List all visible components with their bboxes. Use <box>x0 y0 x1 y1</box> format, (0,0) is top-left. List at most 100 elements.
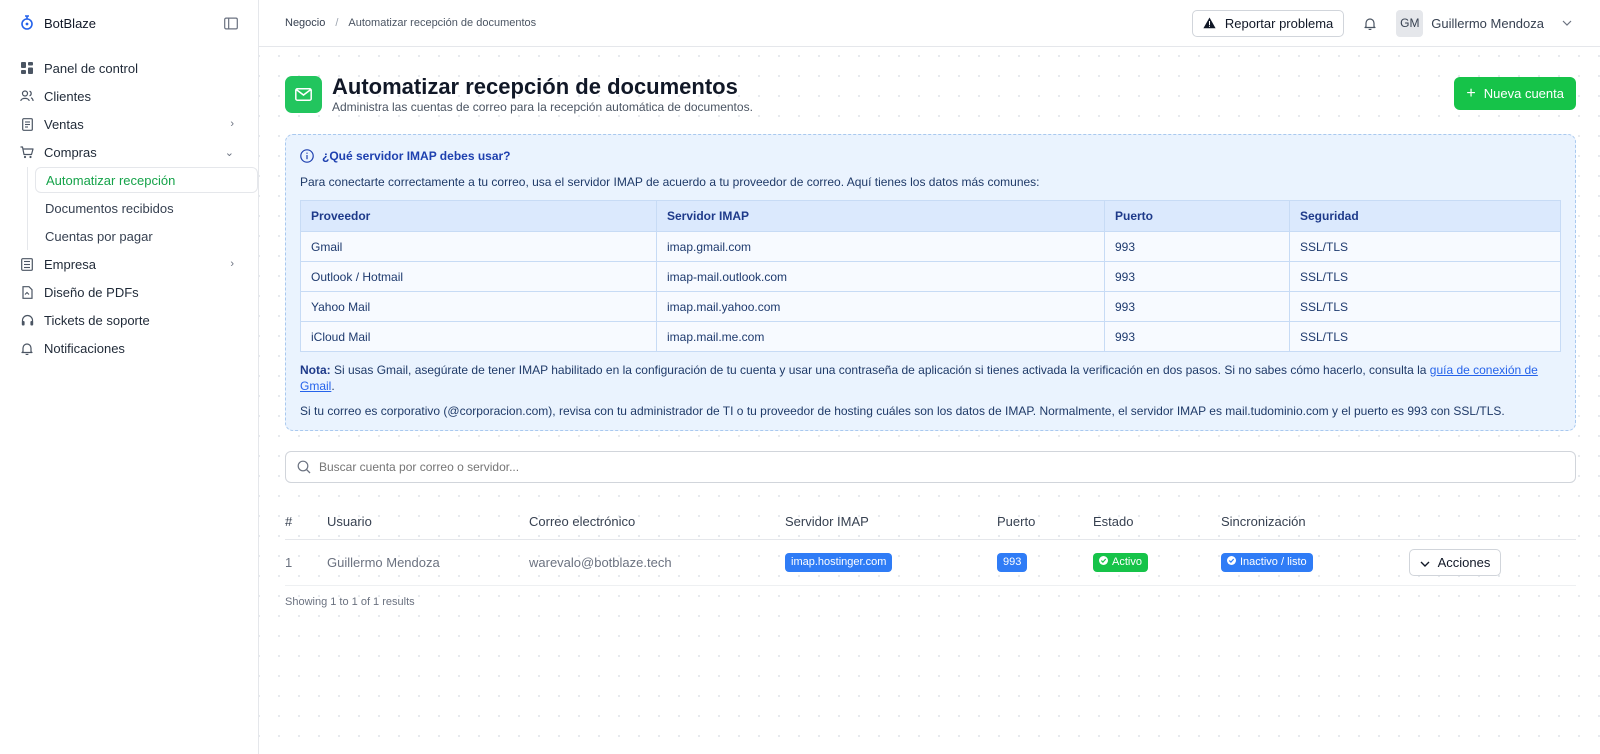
dashboard-icon <box>20 61 34 75</box>
row-email: warevalo@botblaze.tech <box>529 539 785 586</box>
sidebar-item-clientes[interactable]: Clientes <box>0 82 258 110</box>
sidebar-item-label: Panel de control <box>44 60 138 76</box>
page-content: Automatizar recepción de documentos Admi… <box>259 47 1600 608</box>
search-input[interactable] <box>319 460 1564 474</box>
table-cell: 993 <box>1104 321 1290 352</box>
table-header-row: # Usuario Correo electrónico Servidor IM… <box>285 505 1576 540</box>
column-header: Puerto <box>1104 200 1290 232</box>
note-text: Si usas Gmail, asegúrate de tener IMAP h… <box>330 363 1430 377</box>
user-menu[interactable]: GM Guillermo Mendoza <box>1396 9 1574 37</box>
table-cell: 993 <box>1104 231 1290 262</box>
column-header: Sincronización <box>1221 505 1409 540</box>
column-header: Correo electrónico <box>529 505 785 540</box>
status-badge: Activo <box>1093 552 1148 572</box>
table-row: iCloud Mail imap.mail.me.com 993 SSL/TLS <box>300 321 1561 352</box>
sidebar-item-tickets[interactable]: Tickets de soporte <box>0 306 258 334</box>
logo-icon <box>20 15 34 30</box>
imap-providers-table: Proveedor Servidor IMAP Puerto Seguridad… <box>300 200 1561 352</box>
chevron-right-icon: › <box>230 118 234 130</box>
page-heading-text: Automatizar recepción de documentos Admi… <box>332 74 753 115</box>
table-cell: imap.mail.me.com <box>656 321 1105 352</box>
new-account-label: Nueva cuenta <box>1483 86 1564 101</box>
row-actions-cell: Acciones <box>1409 539 1576 586</box>
account-search[interactable] <box>285 451 1576 483</box>
breadcrumb-separator: / <box>335 17 339 29</box>
table-row: Gmail imap.gmail.com 993 SSL/TLS <box>300 231 1561 262</box>
sidebar-item-notificaciones[interactable]: Notificaciones <box>0 334 258 362</box>
info-icon <box>300 149 314 163</box>
status-label: Activo <box>1112 556 1142 568</box>
new-account-button[interactable]: + Nueva cuenta <box>1454 77 1576 110</box>
page-heading: Automatizar recepción de documentos Admi… <box>285 75 753 114</box>
table-cell: Yahoo Mail <box>300 291 657 322</box>
building-icon <box>20 257 34 271</box>
check-circle-icon <box>1099 556 1108 568</box>
headset-icon <box>20 313 34 327</box>
breadcrumb-root[interactable]: Negocio <box>285 17 325 29</box>
table-cell: iCloud Mail <box>300 321 657 352</box>
row-sync-cell: Inactivo / listo <box>1221 539 1409 586</box>
bell-icon <box>20 341 34 355</box>
accounts-table: # Usuario Correo electrónico Servidor IM… <box>285 505 1576 586</box>
report-problem-button[interactable]: Reportar problema <box>1191 9 1345 37</box>
info-intro: Para conectarte correctamente a tu corre… <box>300 175 1040 189</box>
compras-submenu: Automatizar recepción Documentos recibid… <box>27 167 258 250</box>
page-header: Automatizar recepción de documentos Admi… <box>285 75 1576 114</box>
column-header: Estado <box>1093 505 1221 540</box>
plus-icon: + <box>1466 84 1476 102</box>
chevron-down-icon <box>1420 555 1430 570</box>
sidebar-toggle-icon[interactable] <box>224 16 238 30</box>
sidebar-subitem-documentos[interactable]: Documentos recibidos <box>35 194 258 222</box>
row-number: 1 <box>285 539 327 586</box>
sidebar-item-label: Ventas <box>44 116 84 132</box>
table-cell: SSL/TLS <box>1289 231 1561 262</box>
mail-icon <box>285 76 322 113</box>
sidebar-item-panel[interactable]: Panel de control <box>0 54 258 82</box>
corporate-note: Si tu correo es corporativo (@corporacio… <box>300 404 1505 418</box>
sidebar-item-empresa[interactable]: Empresa › <box>0 250 258 278</box>
note-label: Nota: <box>300 363 331 377</box>
sync-badge: Inactivo / listo <box>1221 552 1313 572</box>
table-cell: imap-mail.outlook.com <box>656 261 1105 292</box>
page-title: Automatizar recepción de documentos <box>332 74 738 99</box>
results-summary: Showing 1 to 1 of 1 results <box>285 595 415 608</box>
sidebar-item-label: Diseño de PDFs <box>44 284 139 300</box>
sidebar-item-label: Clientes <box>44 88 91 104</box>
column-header: Seguridad <box>1289 200 1561 232</box>
actions-label: Acciones <box>1437 554 1491 570</box>
main-area: Negocio / Automatizar recepción de docum… <box>259 0 1600 754</box>
table-cell: 993 <box>1104 261 1290 292</box>
actions-button[interactable]: Acciones <box>1409 548 1501 576</box>
breadcrumb-current: Automatizar recepción de documentos <box>348 17 537 29</box>
brand-link[interactable]: BotBlaze <box>20 15 97 31</box>
table-cell: Gmail <box>300 231 657 262</box>
user-name: Guillermo Mendoza <box>1431 15 1544 31</box>
sidebar: BotBlaze Panel de control Clientes Venta… <box>0 0 259 754</box>
sidebar-item-ventas[interactable]: Ventas › <box>0 110 258 138</box>
table-row: Yahoo Mail imap.mail.yahoo.com 993 SSL/TLS <box>300 291 1561 322</box>
notifications-bell-icon[interactable] <box>1358 16 1382 30</box>
column-header: Servidor IMAP <box>656 200 1105 232</box>
brand-name: BotBlaze <box>44 15 97 31</box>
column-header: # <box>285 505 327 540</box>
warning-icon <box>1203 16 1217 30</box>
sidebar-item-label: Empresa <box>44 256 97 272</box>
table-cell: Outlook / Hotmail <box>300 261 657 292</box>
report-problem-label: Reportar problema <box>1224 15 1334 31</box>
sync-label: Inactivo / listo <box>1240 556 1307 568</box>
users-icon <box>20 89 34 103</box>
sidebar-subitem-cuentas[interactable]: Cuentas por pagar <box>35 222 258 250</box>
topbar-actions: Reportar problema GM Guillermo Mendoza <box>1191 9 1574 37</box>
column-header: Puerto <box>997 505 1093 540</box>
table-cell: imap.gmail.com <box>656 231 1105 262</box>
chevron-right-icon: › <box>230 258 234 270</box>
column-header: Servidor IMAP <box>785 505 997 540</box>
table-header-row: Proveedor Servidor IMAP Puerto Seguridad <box>300 200 1561 232</box>
sidebar-subitem-automatizar[interactable]: Automatizar recepción <box>35 167 258 193</box>
sidebar-item-label: Compras <box>44 144 97 160</box>
note-end: . <box>331 379 335 393</box>
sidebar-item-pdfs[interactable]: Diseño de PDFs <box>0 278 258 306</box>
sidebar-item-compras[interactable]: Compras ⌄ <box>0 138 258 166</box>
receipt-icon <box>20 117 34 131</box>
column-header <box>1409 505 1576 540</box>
